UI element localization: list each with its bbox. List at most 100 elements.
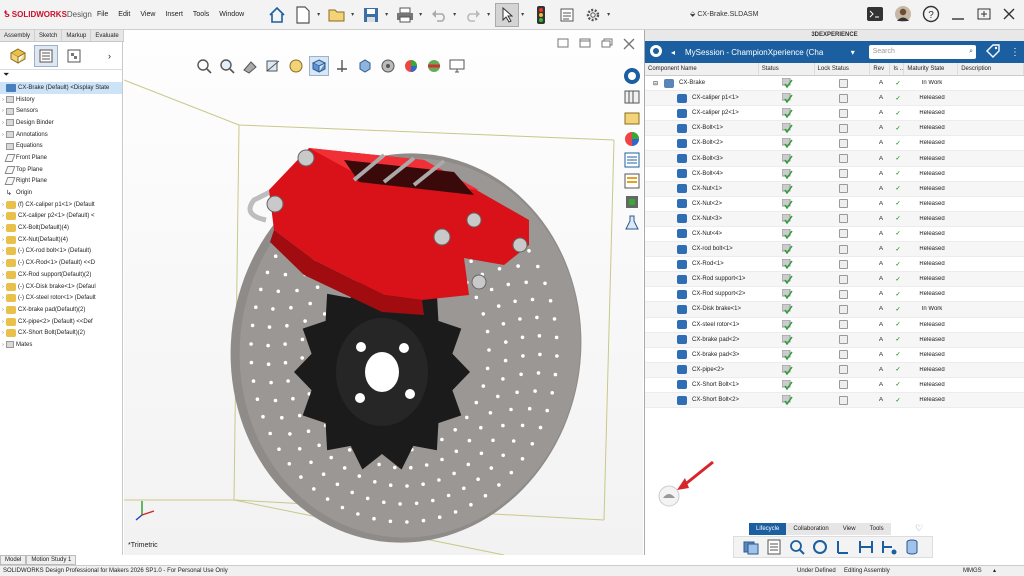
tab-motion-study-1[interactable]: Motion Study 1 xyxy=(26,555,77,565)
table-row[interactable]: CX-Bolt<3> A ✓ Released xyxy=(645,151,1024,167)
undo-dropdown-icon[interactable]: ▾ xyxy=(453,11,459,18)
column-header[interactable]: Component Name xyxy=(645,63,759,75)
tree-item[interactable]: › (-) CX-Disk brake<1> (Defaul xyxy=(0,281,122,293)
panel-tab-collaboration[interactable]: Collaboration xyxy=(786,523,835,535)
session-label[interactable]: MySession - ChampionXperience (Cha xyxy=(685,48,851,57)
menu-tools[interactable]: Tools xyxy=(188,11,214,18)
graphics-viewport[interactable]: *Trimetric xyxy=(124,30,643,555)
table-row[interactable]: CX-Bolt<1> A ✓ Released xyxy=(645,121,1024,137)
flask-add-in-icon[interactable] xyxy=(623,214,641,232)
command-prompt-icon[interactable] xyxy=(866,6,884,24)
properties-icon[interactable] xyxy=(765,538,785,556)
refresh-icon[interactable] xyxy=(811,538,831,556)
panel-search-input[interactable]: Search ⌕ xyxy=(868,45,976,59)
table-row[interactable]: CX-caliper p1<1> A ✓ Released xyxy=(645,91,1024,107)
lock-icon[interactable] xyxy=(834,538,854,556)
table-row[interactable]: CX-brake pad<3> A ✓ Released xyxy=(645,348,1024,363)
menu-insert[interactable]: Insert xyxy=(160,11,188,18)
column-header[interactable]: Lock Status xyxy=(815,63,871,75)
column-header[interactable]: Description xyxy=(958,63,1024,75)
open-dropdown-icon[interactable]: ▾ xyxy=(351,11,357,18)
more-options-icon[interactable]: ⋮ xyxy=(1010,47,1020,58)
table-row[interactable]: CX-pipe<2> A ✓ Released xyxy=(645,362,1024,378)
table-row[interactable]: CX-Nut<2> A ✓ Released xyxy=(645,197,1024,212)
tree-item[interactable]: Top Plane xyxy=(0,164,122,176)
table-row[interactable]: ⊟ CX-Brake A ✓ In Work xyxy=(645,76,1024,92)
view-settings-icon[interactable] xyxy=(424,56,444,76)
menu-view[interactable]: View xyxy=(135,11,160,18)
column-header[interactable]: Rev xyxy=(870,63,891,75)
table-row[interactable]: CX-Disk brake<1> A ✓ In Work xyxy=(645,302,1024,318)
user-avatar[interactable] xyxy=(894,5,912,25)
filter-icon[interactable]: ⏷ xyxy=(0,70,122,82)
tree-item[interactable]: › CX-Short Bolt(Default)(2) xyxy=(0,327,122,339)
design-library-icon[interactable] xyxy=(623,88,641,106)
collapse-icon[interactable]: ◂ xyxy=(671,48,675,57)
database-icon[interactable] xyxy=(903,538,923,556)
status-units[interactable]: MMGS xyxy=(963,566,982,576)
section-view-icon[interactable] xyxy=(263,56,283,76)
favorite-heart-icon[interactable]: ♡ xyxy=(915,523,923,534)
tree-item[interactable]: › CX-brake pad(Default)(2) xyxy=(0,304,122,316)
viewport-minimize-icon[interactable] xyxy=(557,38,569,52)
zoom-search-icon[interactable] xyxy=(788,538,808,556)
tree-item[interactable]: › (f) CX-caliper p1<1> (Default xyxy=(0,199,122,211)
table-row[interactable]: CX-rod bolt<1> A ✓ Released xyxy=(645,242,1024,258)
view-orientation-icon[interactable] xyxy=(309,56,329,76)
cm-tab[interactable]: Markup xyxy=(62,30,92,41)
restore-window-icon[interactable] xyxy=(976,7,992,23)
tree-item[interactable]: ↳ Origin xyxy=(0,187,122,199)
tree-item[interactable]: Equations xyxy=(0,140,122,152)
new-document-icon[interactable] xyxy=(291,3,315,27)
table-row[interactable]: CX-Rod support<2> A ✓ Released xyxy=(645,287,1024,303)
search-icon[interactable]: ⌕ xyxy=(969,45,973,59)
apply-scene-icon[interactable] xyxy=(401,56,421,76)
tree-item[interactable]: › Annotations xyxy=(0,129,122,141)
custom-properties-icon[interactable] xyxy=(623,172,641,190)
home-icon[interactable] xyxy=(265,3,289,27)
zoom-to-fit-icon[interactable] xyxy=(194,56,214,76)
table-row[interactable]: CX-Rod<1> A ✓ Released xyxy=(645,257,1024,273)
save-icon[interactable] xyxy=(359,3,383,27)
tree-item[interactable]: › CX-Bolt(Default)(4) xyxy=(0,222,122,234)
redo-icon[interactable] xyxy=(461,3,485,27)
dynamic-annotation-icon[interactable] xyxy=(286,56,306,76)
tree-item[interactable]: › History xyxy=(0,94,122,106)
status-expand-icon[interactable]: ▴ xyxy=(993,566,996,576)
table-row[interactable]: CX-Rod support<1> A ✓ Released xyxy=(645,272,1024,288)
tree-item[interactable]: › CX-pipe<2> (Default) <<Def xyxy=(0,316,122,328)
options-dropdown-icon[interactable]: ▾ xyxy=(607,11,613,18)
panel-tab-lifecycle[interactable]: Lifecycle xyxy=(749,523,787,535)
tree-item[interactable]: › Mates xyxy=(0,339,122,351)
tree-item[interactable]: › CX-Nut(Default)(4) xyxy=(0,234,122,246)
3dexperience-compass-icon[interactable] xyxy=(623,67,641,85)
panel-tab-tools[interactable]: Tools xyxy=(863,523,891,535)
redo-dropdown-icon[interactable]: ▾ xyxy=(487,11,493,18)
3dexperience-compass-icon[interactable] xyxy=(649,44,663,60)
table-row[interactable]: CX-Nut<3> A ✓ Released xyxy=(645,211,1024,227)
print-icon[interactable] xyxy=(393,3,417,27)
unlock-icon[interactable] xyxy=(880,538,900,556)
view-palette-icon[interactable] xyxy=(623,151,641,169)
close-window-icon[interactable] xyxy=(1002,7,1016,23)
open-folder-icon[interactable] xyxy=(325,3,349,27)
viewport-tile-icon[interactable] xyxy=(579,38,591,52)
expand-tabs-icon[interactable]: › xyxy=(108,51,111,61)
new-dropdown-icon[interactable]: ▾ xyxy=(317,11,323,18)
table-row[interactable]: CX-brake pad<2> A ✓ Released xyxy=(645,332,1024,348)
tree-item[interactable]: › CX-Rod support(Default)(2) xyxy=(0,269,122,281)
tree-item[interactable]: Right Plane xyxy=(0,176,122,188)
file-properties-icon[interactable] xyxy=(555,3,579,27)
viewport-close-icon[interactable] xyxy=(623,38,635,52)
select-arrow-icon[interactable] xyxy=(495,2,520,27)
rebuild-traffic-light-icon[interactable] xyxy=(529,3,553,27)
file-explorer-icon[interactable] xyxy=(623,109,641,127)
previous-view-icon[interactable] xyxy=(240,56,260,76)
collapse-icon[interactable]: ⊟ xyxy=(653,80,658,87)
feature-tree-tab-icon[interactable] xyxy=(6,45,30,67)
tree-item[interactable]: Front Plane xyxy=(0,152,122,164)
table-row[interactable]: CX-Short Bolt<2> A ✓ Released xyxy=(645,392,1024,409)
tag-icon[interactable] xyxy=(986,44,1000,60)
menu-edit[interactable]: Edit xyxy=(113,11,135,18)
property-manager-tab-icon[interactable] xyxy=(34,44,58,67)
